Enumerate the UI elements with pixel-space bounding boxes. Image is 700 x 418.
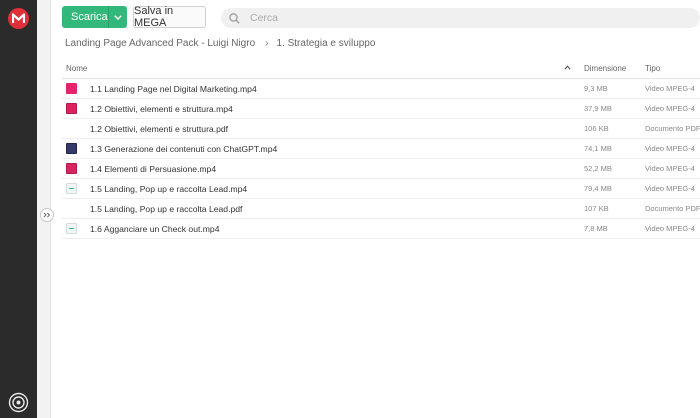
- table-row[interactable]: 1.2 Obiettivi, elementi e struttura.mp4 …: [62, 99, 700, 119]
- file-size: 37,9 MB: [584, 104, 612, 113]
- file-name: 1.2 Obiettivi, elementi e struttura.pdf: [90, 124, 229, 134]
- sort-up-icon[interactable]: [564, 63, 571, 72]
- file-size: 106 KB: [584, 124, 609, 133]
- table-row[interactable]: 1.2 Obiettivi, elementi e struttura.pdf …: [62, 119, 700, 139]
- save-label: Salva in MEGA: [134, 5, 174, 29]
- table-row[interactable]: 1.5 Landing, Pop up e raccolta Lead.mp4 …: [62, 179, 700, 199]
- column-name-header[interactable]: Nome: [66, 64, 87, 73]
- chevron-right-icon: ›: [265, 38, 269, 49]
- search-bar[interactable]: [221, 8, 700, 28]
- file-type: Video MPEG-4: [645, 164, 695, 173]
- file-type: Documento PDF: [645, 204, 700, 213]
- table-row[interactable]: 1.5 Landing, Pop up e raccolta Lead.pdf …: [62, 199, 700, 219]
- search-input[interactable]: [248, 11, 652, 25]
- main-panel: Scarica Salva in MEGA Landing Page Advan…: [51, 0, 700, 418]
- chevron-down-icon[interactable]: [109, 14, 127, 20]
- mega-logo-icon[interactable]: [8, 8, 29, 29]
- video-thumbnail-icon: [66, 183, 77, 194]
- expand-sidebar-icon[interactable]: [40, 208, 54, 222]
- video-thumbnail-icon: [66, 163, 77, 174]
- table-row[interactable]: 1.1 Landing Page nel Digital Marketing.m…: [62, 79, 700, 99]
- column-type-header[interactable]: Tipo: [645, 64, 660, 73]
- breadcrumb-root[interactable]: Landing Page Advanced Pack - Luigi Nigro: [65, 38, 255, 49]
- file-name: 1.5 Landing, Pop up e raccolta Lead.mp4: [90, 184, 248, 194]
- file-size: 79,4 MB: [584, 184, 612, 193]
- table-row[interactable]: 1.3 Generazione dei contenuti con ChatGP…: [62, 139, 700, 159]
- file-size: 74,1 MB: [584, 144, 612, 153]
- file-type: Video MPEG-4: [645, 224, 695, 233]
- breadcrumb: Landing Page Advanced Pack - Luigi Nigro…: [65, 38, 375, 49]
- table-row[interactable]: 1.6 Agganciare un Check out.mp4 7,8 MB V…: [62, 219, 700, 239]
- file-table: Nome Dimensione Tipo 1.1 Landing Page ne…: [62, 60, 700, 239]
- file-type: Video MPEG-4: [645, 84, 695, 93]
- video-thumbnail-icon: [66, 143, 77, 154]
- file-size: 9,3 MB: [584, 84, 608, 93]
- download-label: Scarica: [71, 11, 108, 23]
- video-thumbnail-icon: [66, 83, 77, 94]
- file-size: 107 KB: [584, 204, 609, 213]
- breadcrumb-current[interactable]: 1. Strategia e sviluppo: [276, 38, 375, 49]
- file-size: 52,2 MB: [584, 164, 612, 173]
- file-name: 1.1 Landing Page nel Digital Marketing.m…: [90, 84, 257, 94]
- table-row[interactable]: 1.4 Elementi di Persuasione.mp4 52,2 MB …: [62, 159, 700, 179]
- file-name: 1.4 Elementi di Persuasione.mp4: [90, 164, 217, 174]
- transfers-icon[interactable]: [8, 392, 29, 413]
- column-size-header[interactable]: Dimensione: [584, 64, 626, 73]
- search-icon: [229, 12, 240, 24]
- file-type: Documento PDF: [645, 124, 700, 133]
- file-size: 7,8 MB: [584, 224, 608, 233]
- video-thumbnail-icon: [66, 223, 77, 234]
- video-thumbnail-icon: [66, 103, 77, 114]
- table-header: Nome Dimensione Tipo: [62, 60, 700, 79]
- file-name: 1.5 Landing, Pop up e raccolta Lead.pdf: [90, 204, 243, 214]
- left-sidebar: [0, 0, 37, 418]
- save-to-mega-button[interactable]: Salva in MEGA: [133, 5, 206, 29]
- file-type: Video MPEG-4: [645, 184, 695, 193]
- file-name: 1.2 Obiettivi, elementi e struttura.mp4: [90, 104, 233, 114]
- file-name: 1.6 Agganciare un Check out.mp4: [90, 224, 220, 234]
- file-type: Video MPEG-4: [645, 104, 695, 113]
- file-name: 1.3 Generazione dei contenuti con ChatGP…: [90, 144, 278, 154]
- file-type: Video MPEG-4: [645, 144, 695, 153]
- download-button[interactable]: Scarica: [62, 6, 127, 28]
